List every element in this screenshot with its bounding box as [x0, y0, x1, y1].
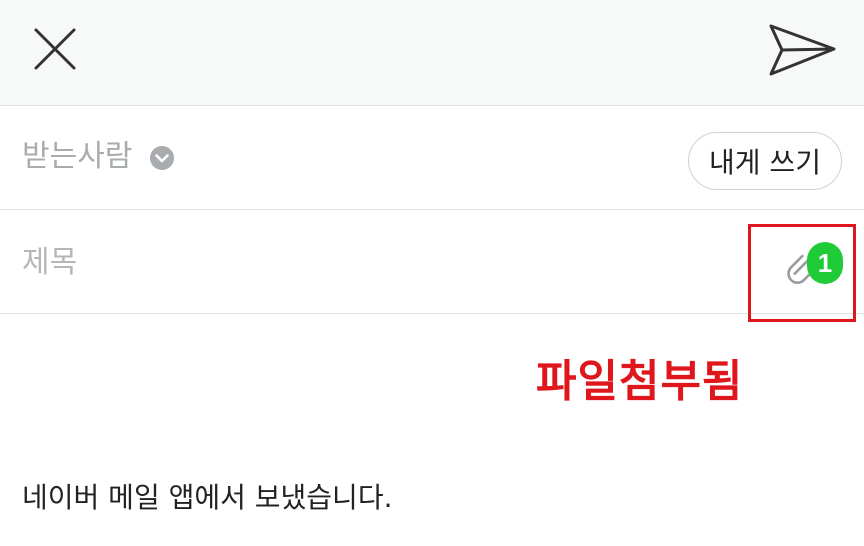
mail-body-signature[interactable]: 네이버 메일 앱에서 보냈습니다.	[22, 484, 392, 512]
attachment-button[interactable]: 1	[780, 238, 844, 294]
subject-input[interactable]	[22, 240, 722, 284]
recipient-expand-button[interactable]	[150, 146, 174, 170]
write-to-me-button[interactable]: 내게 쓰기	[688, 132, 842, 190]
attachment-count-badge: 1	[807, 242, 843, 284]
recipient-row: 받는사람 내게 쓰기	[0, 106, 864, 210]
attachment-annotation: 파일첨부됨	[536, 356, 744, 407]
mail-compose-screen: 받는사람 내게 쓰기 1 파일첨부됨 네이버 메일 앱에서 보냈습니다.	[0, 0, 864, 546]
chevron-down-circle-icon	[150, 146, 174, 170]
recipient-field[interactable]: 받는사람	[22, 142, 132, 172]
close-button[interactable]	[20, 14, 90, 84]
close-icon	[34, 28, 76, 70]
send-icon	[769, 24, 836, 76]
compose-toolbar	[0, 0, 864, 106]
subject-row	[0, 210, 864, 314]
send-button[interactable]	[760, 12, 846, 88]
